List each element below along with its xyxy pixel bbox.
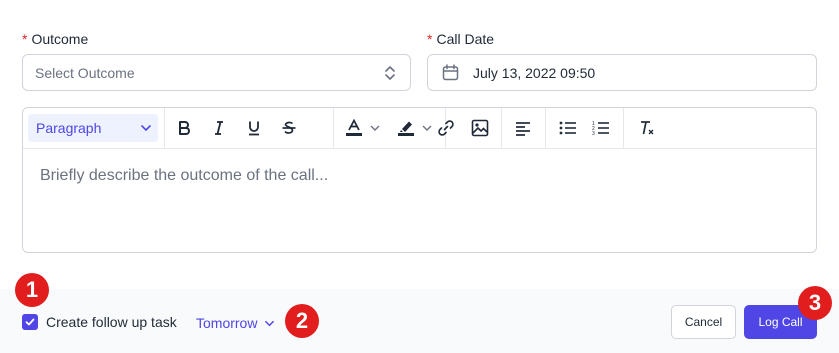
outcome-select[interactable]: Select Outcome bbox=[22, 54, 411, 91]
follow-up-checkbox[interactable] bbox=[22, 314, 38, 330]
call-date-value: July 13, 2022 09:50 bbox=[473, 64, 596, 81]
cancel-button[interactable]: Cancel bbox=[671, 305, 736, 339]
chevron-down-icon[interactable] bbox=[368, 116, 382, 140]
strikethrough-icon[interactable] bbox=[277, 116, 301, 140]
outcome-label: * Outcome bbox=[22, 31, 88, 47]
highlight-icon[interactable] bbox=[394, 116, 418, 140]
check-icon bbox=[25, 318, 35, 326]
call-date-label: * Call Date bbox=[427, 31, 494, 47]
format-select-value: Paragraph bbox=[36, 120, 102, 136]
toolbar-divider bbox=[501, 108, 502, 148]
required-mark: * bbox=[427, 31, 433, 47]
editor-toolbar: Paragraph 1 2 3 bbox=[23, 108, 816, 149]
numbered-list-icon[interactable]: 123 bbox=[589, 116, 613, 140]
chevron-down-icon[interactable] bbox=[420, 116, 434, 140]
toolbar-divider bbox=[545, 108, 546, 148]
chevron-up-down-icon bbox=[384, 65, 396, 86]
image-icon[interactable] bbox=[468, 116, 492, 140]
bold-icon[interactable] bbox=[172, 116, 196, 140]
italic-icon[interactable] bbox=[207, 116, 231, 140]
annotation-badge-1: 1 bbox=[15, 273, 49, 307]
follow-up-when-select[interactable]: Tomorrow bbox=[196, 315, 275, 331]
follow-up-label: Create follow up task bbox=[46, 314, 177, 330]
calendar-icon bbox=[442, 64, 459, 81]
clear-format-icon[interactable] bbox=[635, 116, 659, 140]
underline-icon[interactable] bbox=[242, 116, 266, 140]
format-select[interactable]: Paragraph bbox=[28, 114, 158, 142]
chevron-down-icon bbox=[140, 121, 152, 137]
editor-placeholder: Briefly describe the outcome of the call… bbox=[40, 167, 329, 184]
link-icon[interactable] bbox=[434, 116, 458, 140]
outcome-label-text: Outcome bbox=[31, 31, 89, 47]
toolbar-divider bbox=[623, 108, 624, 148]
editor-content[interactable]: Briefly describe the outcome of the call… bbox=[23, 149, 816, 203]
call-date-input[interactable]: July 13, 2022 09:50 bbox=[427, 54, 817, 91]
required-mark: * bbox=[22, 31, 28, 47]
toolbar-divider bbox=[333, 108, 334, 148]
chevron-down-icon bbox=[264, 318, 275, 329]
follow-up-when-value: Tomorrow bbox=[196, 315, 258, 331]
call-date-label-text: Call Date bbox=[436, 31, 495, 47]
rich-text-editor: Paragraph 1 2 3 Briefly describe the out… bbox=[22, 107, 817, 253]
align-left-icon[interactable] bbox=[511, 116, 535, 140]
toolbar-divider bbox=[164, 108, 165, 148]
text-color-icon[interactable] bbox=[342, 116, 366, 140]
bullet-list-icon[interactable] bbox=[556, 116, 580, 140]
annotation-badge-3: 3 bbox=[798, 286, 832, 320]
annotation-badge-2: 2 bbox=[285, 304, 319, 338]
svg-text:3: 3 bbox=[592, 131, 595, 136]
outcome-placeholder: Select Outcome bbox=[35, 64, 135, 81]
